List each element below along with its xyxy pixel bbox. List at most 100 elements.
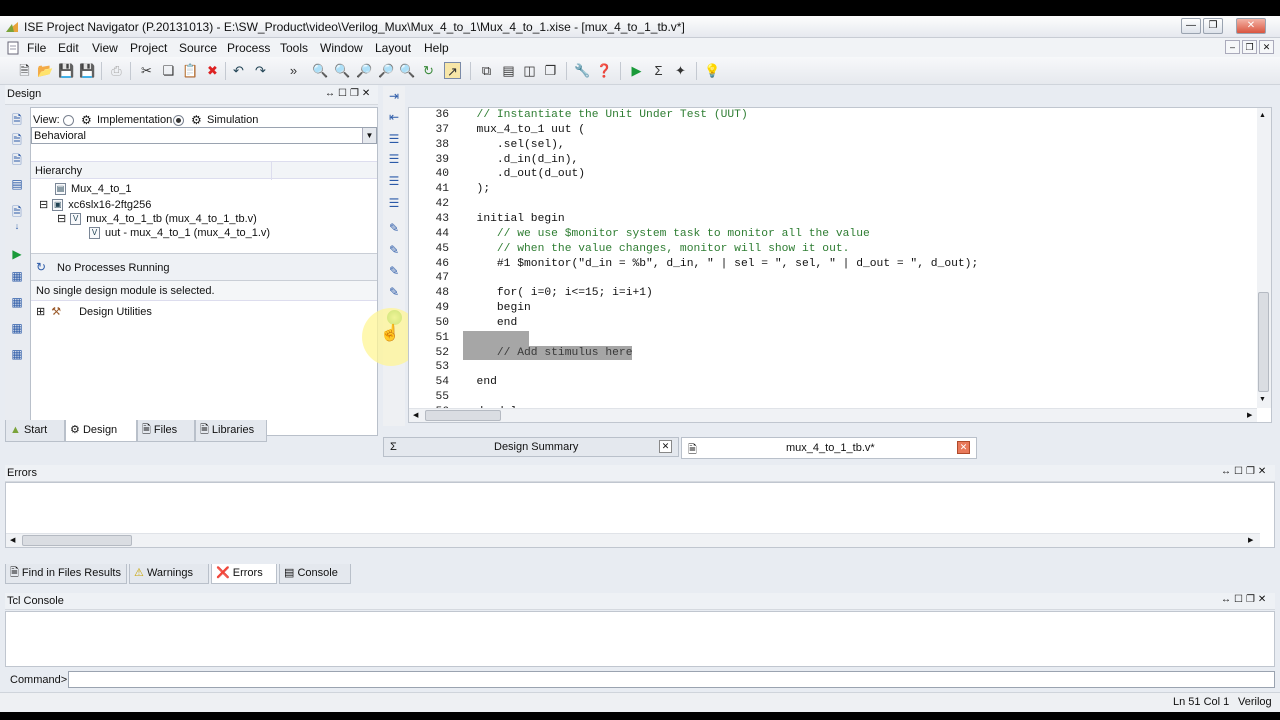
restore-button[interactable]: ❐ (1203, 18, 1223, 34)
tree-item-uut[interactable]: Vuut - mux_4_to_1 (mux_4_to_1.v) (89, 227, 270, 240)
scroll-left-icon[interactable]: ◀ (413, 411, 418, 419)
code-area[interactable]: 36 // Instantiate the Unit Under Test (U… (409, 108, 1257, 408)
mdi-restore-button[interactable]: ❐ (1242, 40, 1257, 54)
code-line[interactable]: 42 (409, 197, 1257, 212)
pointer-tool-icon[interactable]: ↗ (444, 62, 461, 79)
editor-hscroll-thumb[interactable] (425, 410, 501, 421)
tab-design-summary[interactable]: Σ Design Summary ✕ (383, 437, 679, 457)
code-line[interactable]: 51 (409, 330, 1257, 346)
menu-view[interactable]: View (92, 41, 118, 55)
tools-icon[interactable]: 🔧 (574, 62, 591, 79)
panel-window-controls[interactable]: ↔☐❐✕ (325, 88, 373, 99)
restore-layout-icon[interactable]: ❐ (542, 62, 559, 79)
tab-errors[interactable]: ❌ Errors (211, 564, 277, 584)
errors-hscroll-thumb[interactable] (22, 535, 132, 546)
properties-icon[interactable]: 🗎 (9, 203, 25, 219)
code-line[interactable]: 37 mux_4_to_1 uut ( (409, 123, 1257, 138)
zoom-out-icon[interactable]: 🔍 (334, 62, 351, 79)
add-copy-source-icon[interactable]: 🗎 (9, 131, 25, 147)
tree-item-device[interactable]: ⊟ ▣ xc6slx16-2ftg256 (39, 198, 151, 212)
editor-horizontal-scrollbar[interactable]: ◀ ▶ (409, 408, 1257, 422)
scroll-right-icon[interactable]: ▶ (1247, 411, 1252, 419)
menu-help[interactable]: Help (424, 41, 449, 55)
language-template-icon[interactable]: ✎ (386, 221, 402, 237)
code-line[interactable]: 52 // Add stimulus here (409, 345, 1257, 361)
tab-files[interactable]: 🗎 Files (137, 420, 195, 442)
tab-libraries[interactable]: 🗎 Libraries (195, 420, 267, 442)
code-line[interactable]: 48 for( i=0; i<=15; i=i+1) (409, 286, 1257, 301)
simulation-radio[interactable] (173, 115, 184, 126)
run-icon[interactable]: ▶ (628, 62, 645, 79)
find-icon[interactable]: ✎ (386, 243, 402, 259)
delete-icon[interactable]: ✖ (204, 62, 221, 79)
lightbulb-icon[interactable]: 💡 (704, 62, 721, 79)
scroll-right-icon[interactable]: ▶ (1248, 536, 1253, 544)
design-utilities-item[interactable]: ⊞ ⚒ Design Utilities (36, 305, 152, 318)
mdi-minimize-button[interactable]: – (1225, 40, 1240, 54)
tab-find-in-files[interactable]: 🗎 Find in Files Results (5, 564, 127, 584)
menu-file[interactable]: File (27, 41, 46, 55)
scroll-up-icon[interactable]: ▲ (1259, 112, 1266, 119)
save-all-icon[interactable]: 💾 (79, 62, 96, 79)
tree-item-project[interactable]: ▤ Mux_4_to_1 (55, 183, 132, 196)
mdi-close-button[interactable]: ✕ (1259, 40, 1274, 54)
menu-source[interactable]: Source (179, 41, 217, 55)
outdent-icon[interactable]: ⇤ (386, 110, 402, 126)
zoom-fit-icon[interactable]: 🔎 (356, 62, 373, 79)
code-line[interactable]: 50 end (409, 316, 1257, 331)
code-line[interactable]: 49 begin (409, 301, 1257, 316)
dropdown-arrow-icon[interactable]: ▼ (362, 128, 376, 143)
expand-icon[interactable]: ⊞ (36, 306, 45, 318)
code-line[interactable]: 44 // we use $monitor system task to mon… (409, 227, 1257, 242)
undo-icon[interactable]: ↶ (230, 62, 247, 79)
cut-icon[interactable]: ✂ (138, 62, 155, 79)
code-line[interactable]: 47 (409, 271, 1257, 286)
editor-vscroll-thumb[interactable] (1258, 292, 1269, 392)
paste-icon[interactable]: 📋 (182, 62, 199, 79)
code-line[interactable]: 55 (409, 390, 1257, 405)
process-tool-4-icon[interactable]: ▦ (9, 347, 25, 363)
menu-project[interactable]: Project (130, 41, 167, 55)
run-process-icon[interactable]: ▶ (9, 247, 25, 263)
indent-icon[interactable]: ⇥ (386, 89, 402, 105)
sigma-icon[interactable]: Σ (650, 62, 667, 79)
zoom-in-icon[interactable]: 🔍 (312, 62, 329, 79)
view-mode-dropdown[interactable]: Behavioral ▼ (31, 127, 377, 144)
hierarchy-icon[interactable]: ▤ (9, 177, 25, 193)
code-line[interactable]: 41 ); (409, 182, 1257, 197)
scroll-down-icon[interactable]: ▼ (1259, 396, 1266, 403)
new-file-icon[interactable]: 🗎 (16, 62, 33, 79)
code-line[interactable]: 46 #1 $monitor("d_in = %b", d_in, " | se… (409, 257, 1257, 272)
process-tool-icon[interactable]: ▦ (9, 269, 25, 285)
menu-layout[interactable]: Layout (375, 41, 411, 55)
collapse-icon[interactable]: ⊟ (39, 199, 48, 211)
copy-icon[interactable]: ❏ (160, 62, 177, 79)
find-next-icon[interactable]: ✎ (386, 264, 402, 280)
uncomment-icon[interactable]: ☰ (386, 152, 402, 168)
code-line[interactable]: 39 .d_in(d_in), (409, 153, 1257, 168)
code-line[interactable]: 36 // Instantiate the Unit Under Test (U… (409, 108, 1257, 123)
menu-edit[interactable]: Edit (58, 41, 79, 55)
cascade-icon[interactable]: ⧉ (478, 62, 495, 79)
collapse-icon[interactable]: ⊟ (57, 213, 66, 225)
code-line[interactable]: 40 .d_out(d_out) (409, 167, 1257, 182)
more-tools-chevron-icon[interactable]: » (285, 62, 302, 79)
add-source-icon[interactable]: 🗎 (9, 111, 25, 127)
code-editor[interactable]: 36 // Instantiate the Unit Under Test (U… (408, 107, 1272, 423)
code-line[interactable]: 45 // when the value changes, monitor wi… (409, 242, 1257, 257)
refresh-icon[interactable]: ↻ (420, 62, 437, 79)
code-line[interactable]: 43 initial begin (409, 212, 1257, 227)
redo-icon[interactable]: ↷ (252, 62, 269, 79)
simulation-label[interactable]: Simulation (207, 114, 258, 126)
code-line[interactable]: 38 .sel(sel), (409, 138, 1257, 153)
help-icon[interactable]: ❓ (596, 62, 613, 79)
implement-icon[interactable]: ✦ (672, 62, 689, 79)
tcl-panel-controls[interactable]: ↔☐❐✕ (1221, 594, 1269, 605)
tree-item-testbench[interactable]: ⊟ Vmux_4_to_1_tb (mux_4_to_1_tb.v) (57, 212, 257, 226)
process-tool-3-icon[interactable]: ▦ (9, 321, 25, 337)
menu-tools[interactable]: Tools (280, 41, 308, 55)
refresh-processes-icon[interactable]: ↻ (36, 260, 46, 274)
tab-start[interactable]: ▲ Start (5, 420, 65, 442)
print-icon[interactable]: ⎙ (108, 62, 125, 79)
find-prev-icon[interactable]: ✎ (386, 285, 402, 301)
